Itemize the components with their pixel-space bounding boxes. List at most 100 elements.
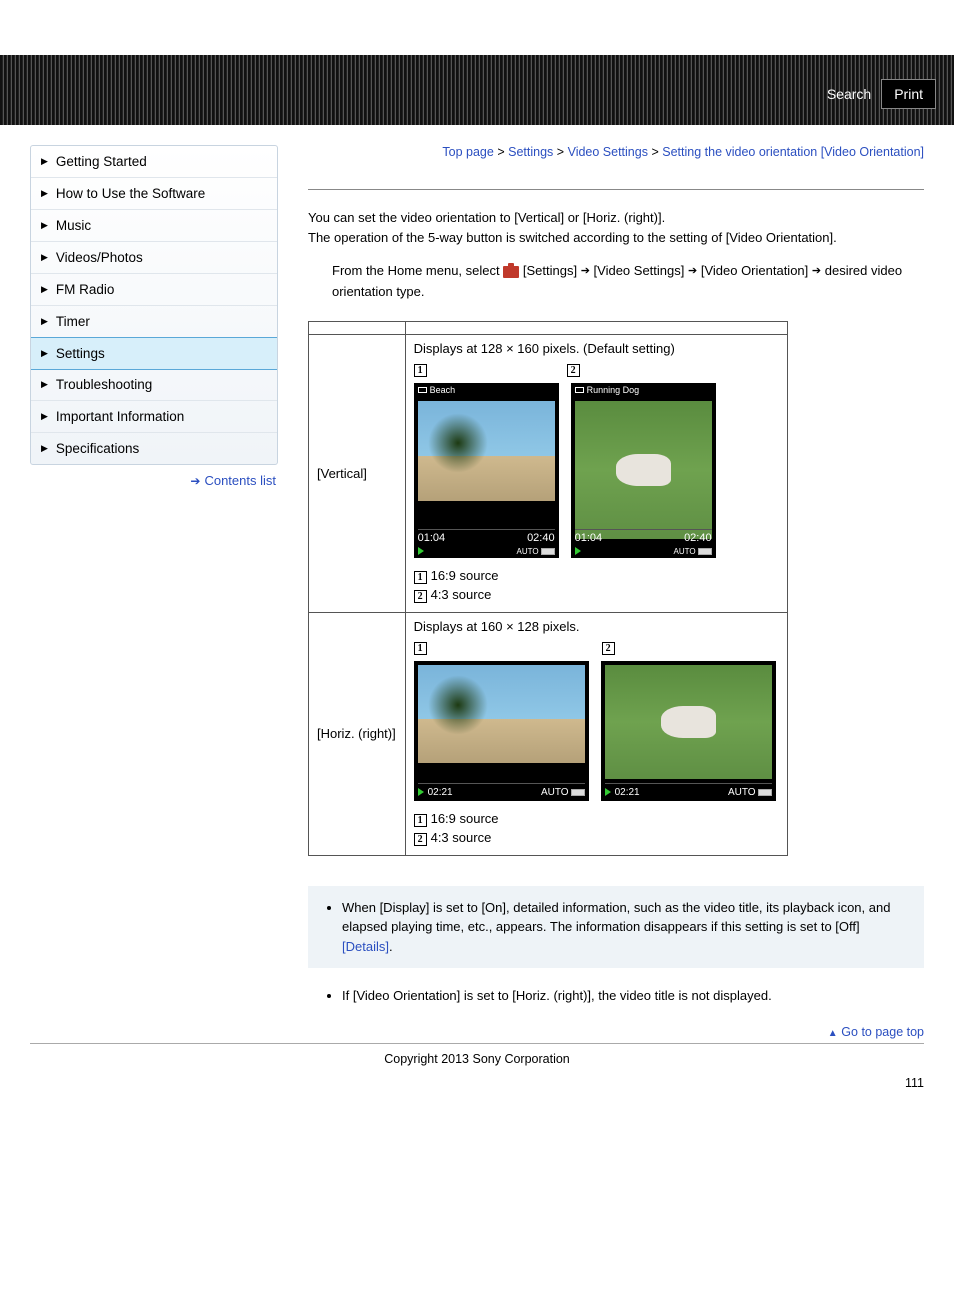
index-1-icon: 1: [414, 642, 427, 655]
auto-label: AUTO: [728, 787, 756, 798]
contents-list-wrap: ➔ Contents list: [30, 465, 278, 488]
row-desc: Displays at 128 × 160 pixels. (Default s…: [414, 341, 779, 356]
hint-text: When [Display] is set to [On], detailed …: [342, 900, 890, 935]
sidebar-item-videos-photos[interactable]: ▶ Videos/Photos: [31, 242, 277, 274]
divider: [308, 189, 924, 190]
hint-item: When [Display] is set to [On], detailed …: [342, 898, 910, 957]
legend-text: 4:3 source: [431, 830, 492, 845]
intro-line: The operation of the 5-way button is swi…: [308, 228, 924, 248]
play-icon: [605, 788, 611, 796]
battery-icon: [698, 548, 712, 555]
breadcrumb-sep: >: [651, 145, 658, 159]
page-top-wrap: ▲ Go to page top: [308, 1024, 924, 1039]
caret-right-icon: ▶: [41, 188, 48, 199]
breadcrumb-sep: >: [557, 145, 564, 159]
breadcrumb-current: Setting the video orientation [Video Ori…: [662, 145, 924, 159]
print-button[interactable]: Print: [881, 79, 936, 109]
divider: [30, 1043, 924, 1044]
sidebar-item-label: Timer: [56, 314, 90, 329]
page-number: 111: [0, 1076, 924, 1090]
sidebar-item-label: FM Radio: [56, 282, 115, 297]
arrow-right-icon: ➔: [190, 474, 200, 488]
go-to-page-top-link[interactable]: Go to page top: [841, 1025, 924, 1039]
sidebar-item-settings[interactable]: ▶Settings: [31, 337, 277, 370]
sidebar-item-label: Troubleshooting: [56, 377, 152, 392]
breadcrumb-settings[interactable]: Settings: [508, 145, 553, 159]
play-icon: [418, 547, 424, 555]
sidebar-item-music[interactable]: ▶ Music: [31, 210, 277, 242]
auto-label: AUTO: [674, 547, 696, 556]
row-label-vertical: [Vertical]: [309, 334, 406, 612]
note-box: If [Video Orientation] is set to [Horiz.…: [308, 986, 924, 1006]
legend-text: 16:9 source: [431, 568, 499, 583]
caret-right-icon: ▶: [41, 220, 48, 231]
breadcrumb: Top page > Settings > Video Settings > S…: [308, 145, 924, 159]
time-current: 01:04: [575, 532, 603, 544]
battery-icon: [758, 789, 772, 796]
sidebar-item-timer[interactable]: ▶ Timer: [31, 306, 277, 338]
sidebar-item-troubleshooting[interactable]: ▶ Troubleshooting: [31, 369, 277, 401]
sidebar-item-label: Music: [56, 218, 91, 233]
breadcrumb-video-settings[interactable]: Video Settings: [568, 145, 648, 159]
caret-right-icon: ▶: [41, 443, 48, 454]
legend-text: 16:9 source: [431, 811, 499, 826]
index-2-icon: 2: [602, 642, 615, 655]
arrow-right-icon: ➔: [688, 265, 697, 277]
time-total: 02:40: [527, 532, 555, 544]
hint-box: When [Display] is set to [On], detailed …: [308, 886, 924, 969]
index-2-icon: 2: [414, 590, 427, 603]
contents-list-link[interactable]: Contents list: [204, 473, 276, 488]
play-icon: [575, 547, 581, 555]
row-desc: Displays at 160 × 128 pixels.: [414, 619, 779, 634]
settings-chip-icon: [503, 266, 519, 278]
auto-label: AUTO: [541, 787, 569, 798]
settings-table: [Vertical] Displays at 128 × 160 pixels.…: [308, 321, 788, 856]
search-link[interactable]: Search: [827, 86, 871, 102]
video-icon: [418, 387, 427, 393]
caret-right-icon: ▶: [41, 252, 48, 263]
preview-title: Running Dog: [587, 385, 640, 395]
time-elapsed: 02:21: [615, 787, 640, 798]
index-2-icon: 2: [567, 364, 580, 377]
period: .: [389, 939, 393, 954]
intro-line: You can set the video orientation to [Ve…: [308, 208, 924, 228]
sidebar-item-getting-started[interactable]: ▶Getting Started: [31, 146, 277, 178]
arrow-right-icon: ➔: [581, 265, 590, 277]
sidebar-item-specifications[interactable]: ▶ Specifications: [31, 433, 277, 464]
battery-icon: [571, 789, 585, 796]
sidebar: ▶Getting Started ▶How to Use the Softwar…: [30, 145, 278, 465]
step-part: [Settings]: [523, 263, 577, 278]
legend-text: 4:3 source: [431, 587, 492, 602]
caret-right-icon: ▶: [41, 284, 48, 295]
auto-label: AUTO: [517, 547, 539, 556]
sidebar-item-important-info[interactable]: ▶ Important Information: [31, 401, 277, 433]
sidebar-item-label: Getting Started: [56, 154, 147, 169]
caret-right-icon: ▶: [41, 316, 48, 327]
battery-icon: [541, 548, 555, 555]
caret-up-icon: ▲: [828, 1028, 838, 1039]
sidebar-item-label: Specifications: [56, 441, 139, 456]
step-text: From the Home menu, select [Settings] ➔ …: [332, 261, 924, 303]
preview-title: Beach: [430, 385, 456, 395]
row-label-horiz: [Horiz. (right)]: [309, 612, 406, 855]
preview-vertical-dog: Running Dog 01:04 02:40 AUTO: [571, 383, 716, 558]
sidebar-item-label: Important Information: [56, 409, 184, 424]
time-total: 02:40: [684, 532, 712, 544]
step-part: [Video Orientation]: [701, 263, 808, 278]
breadcrumb-top[interactable]: Top page: [442, 145, 493, 159]
intro-text: You can set the video orientation to [Ve…: [308, 208, 924, 247]
caret-right-icon: ▶: [41, 411, 48, 422]
preview-vertical-beach: Beach 01:04 02:40 AUTO: [414, 383, 559, 558]
index-2-icon: 2: [414, 833, 427, 846]
step-part: From the Home menu, select: [332, 263, 503, 278]
note-item: If [Video Orientation] is set to [Horiz.…: [342, 986, 910, 1006]
time-current: 01:04: [418, 532, 446, 544]
caret-right-icon: ▶: [41, 379, 48, 390]
preview-horiz-dog: 02:21 AUTO: [601, 661, 776, 801]
index-1-icon: 1: [414, 571, 427, 584]
sidebar-item-software[interactable]: ▶How to Use the Software: [31, 178, 277, 210]
sidebar-item-label: Videos/Photos: [56, 250, 143, 265]
sidebar-item-fm-radio[interactable]: ▶ FM Radio: [31, 274, 277, 306]
details-link[interactable]: [Details]: [342, 939, 389, 954]
sidebar-item-label: Settings: [56, 346, 105, 361]
